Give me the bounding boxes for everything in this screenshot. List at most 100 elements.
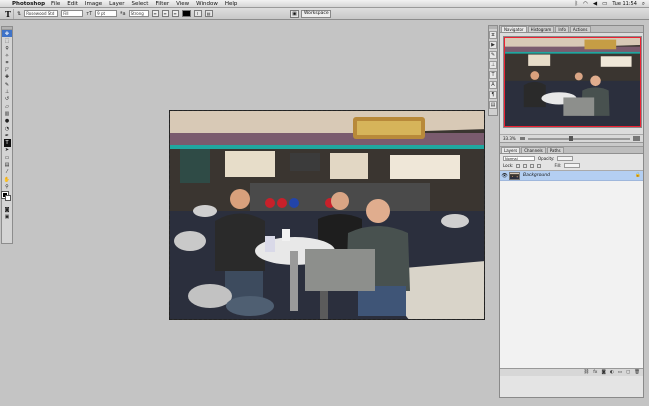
type-tool-icon[interactable]: T bbox=[3, 139, 11, 147]
visibility-eye-icon[interactable]: 👁 bbox=[500, 173, 509, 179]
align-center-icon[interactable]: ≡ bbox=[161, 10, 169, 17]
shape-tool-icon[interactable]: ▭ bbox=[2, 154, 12, 161]
tab-navigator[interactable]: Navigator bbox=[501, 26, 527, 32]
move-tool-icon[interactable]: ✥ bbox=[2, 30, 12, 38]
eraser-tool-icon[interactable]: ▱ bbox=[2, 103, 12, 110]
notes-tool-icon[interactable]: ▤ bbox=[2, 161, 12, 168]
healing-brush-tool-icon[interactable]: ✚ bbox=[2, 74, 12, 81]
slice-tool-icon[interactable]: ◸ bbox=[2, 66, 12, 73]
zoom-out-icon[interactable] bbox=[520, 137, 525, 140]
history-brush-tool-icon[interactable]: ↺ bbox=[2, 96, 12, 103]
clone-stamp-tool-icon[interactable]: ⊥ bbox=[2, 88, 12, 95]
lock-position-icon[interactable] bbox=[530, 163, 535, 168]
hand-tool-icon[interactable]: ✋ bbox=[2, 176, 12, 183]
lock-pixels-icon[interactable] bbox=[523, 163, 528, 168]
tool-presets-icon[interactable]: T bbox=[489, 71, 497, 79]
menu-layer[interactable]: Layer bbox=[109, 1, 124, 7]
link-layers-icon[interactable]: ⛓ bbox=[583, 370, 589, 375]
character-panel-icon[interactable]: ▤ bbox=[204, 10, 213, 17]
new-group-icon[interactable]: ▭ bbox=[618, 370, 622, 375]
font-style-select[interactable]: Fill bbox=[61, 10, 84, 17]
background-color[interactable] bbox=[5, 194, 11, 201]
menu-window[interactable]: Window bbox=[196, 1, 218, 7]
layer-comps-icon[interactable]: ▤ bbox=[489, 101, 497, 109]
fill-field[interactable] bbox=[564, 163, 581, 168]
layer-mask-icon[interactable]: ◙ bbox=[601, 370, 605, 375]
tab-channels[interactable]: Channels bbox=[521, 147, 546, 153]
clone-source-icon[interactable]: ⊥ bbox=[489, 61, 497, 69]
lock-transparent-icon[interactable] bbox=[516, 163, 521, 168]
document-canvas[interactable] bbox=[169, 110, 485, 320]
zoom-value[interactable]: 33.3% bbox=[503, 136, 517, 141]
warp-text-icon[interactable]: ⌇ bbox=[193, 10, 202, 17]
text-color-swatch[interactable] bbox=[181, 10, 191, 17]
menu-image[interactable]: Image bbox=[85, 1, 102, 7]
navigator-tab-row: Navigator Histogram Info Actions bbox=[500, 26, 643, 33]
navigator-view-box[interactable] bbox=[504, 37, 641, 127]
menu-filter[interactable]: Filter bbox=[155, 1, 169, 7]
blur-tool-icon[interactable]: ● bbox=[2, 118, 12, 125]
character-panel-icon-dock[interactable]: A bbox=[489, 81, 497, 89]
menu-edit[interactable]: Edit bbox=[67, 1, 78, 7]
history-panel-icon[interactable]: ⧖ bbox=[489, 31, 497, 39]
bluetooth-icon[interactable]: ᛒ bbox=[575, 1, 578, 7]
lasso-tool-icon[interactable]: ϙ bbox=[2, 45, 12, 52]
layer-name[interactable]: Background bbox=[523, 173, 633, 178]
magic-wand-tool-icon[interactable]: ✧ bbox=[2, 52, 12, 59]
layer-row[interactable]: 👁 Background 🔒 bbox=[500, 171, 643, 181]
tab-layers[interactable]: Layers bbox=[501, 147, 521, 153]
zoom-tool-icon[interactable]: ⚲ bbox=[2, 183, 12, 190]
tab-actions[interactable]: Actions bbox=[569, 26, 591, 32]
opacity-field[interactable] bbox=[557, 156, 574, 161]
marquee-tool-icon[interactable]: ⬚ bbox=[2, 37, 12, 44]
clock[interactable]: Tue 11:54 bbox=[612, 1, 637, 7]
dock-grip[interactable] bbox=[489, 26, 497, 29]
font-size-select[interactable]: 9 pt bbox=[95, 10, 118, 17]
spotlight-icon[interactable]: ⌕ bbox=[642, 1, 645, 8]
adjustment-layer-icon[interactable]: ◐ bbox=[610, 370, 614, 375]
brush-tool-icon[interactable]: ✎ bbox=[2, 81, 12, 88]
new-layer-icon[interactable]: ▢ bbox=[626, 370, 630, 375]
layer-controls: Normal Opacity: Lock: Fill: bbox=[500, 154, 643, 170]
anti-alias-select[interactable]: Strong bbox=[128, 10, 149, 17]
screen-mode-icon[interactable]: ▣ bbox=[2, 214, 12, 221]
navigator-thumbnail[interactable] bbox=[503, 36, 642, 128]
crop-tool-icon[interactable]: ⌗ bbox=[2, 59, 12, 66]
menu-select[interactable]: Select bbox=[132, 1, 149, 7]
pen-tool-icon[interactable]: ✒ bbox=[2, 132, 12, 139]
actions-panel-icon[interactable]: ▶ bbox=[489, 41, 497, 49]
bridge-icon[interactable]: ▣ bbox=[290, 9, 299, 18]
tool-preset-picker[interactable]: T bbox=[3, 8, 14, 19]
toolbox: ✥ ⬚ ϙ ✧ ⌗ ◸ ✚ ✎ ⊥ ↺ ▱ ▥ ● ◔ ✒ T ➤ ▭ ▤ ⁄ … bbox=[1, 26, 13, 244]
blend-mode-select[interactable]: Normal bbox=[503, 156, 535, 161]
color-swatches[interactable] bbox=[1, 190, 12, 206]
quick-mask-icon[interactable]: ◙ bbox=[2, 207, 12, 214]
zoom-slider[interactable] bbox=[528, 135, 630, 141]
workspace-select[interactable]: Workspace bbox=[301, 9, 331, 18]
menu-view[interactable]: View bbox=[176, 1, 189, 7]
font-family-select[interactable]: Rosewood Std bbox=[24, 10, 59, 17]
gradient-tool-icon[interactable]: ▥ bbox=[2, 110, 12, 117]
eyedropper-tool-icon[interactable]: ⁄ bbox=[2, 169, 12, 176]
zoom-slider-knob[interactable] bbox=[568, 135, 573, 141]
tab-info[interactable]: Info bbox=[555, 26, 569, 32]
path-selection-tool-icon[interactable]: ➤ bbox=[2, 147, 12, 154]
lock-all-icon[interactable] bbox=[537, 163, 542, 168]
align-left-icon[interactable]: ≡ bbox=[151, 10, 159, 17]
volume-icon[interactable]: ◀ bbox=[593, 1, 597, 7]
tab-histogram[interactable]: Histogram bbox=[527, 26, 555, 32]
zoom-in-icon[interactable] bbox=[633, 136, 640, 141]
align-right-icon[interactable]: ≡ bbox=[171, 10, 179, 17]
dodge-tool-icon[interactable]: ◔ bbox=[2, 125, 12, 132]
battery-icon[interactable]: ▭ bbox=[602, 1, 607, 7]
delete-layer-icon[interactable]: 🗑 bbox=[634, 370, 640, 375]
menu-help[interactable]: Help bbox=[225, 1, 238, 7]
wifi-icon[interactable]: ◠ bbox=[583, 1, 588, 7]
brushes-panel-icon[interactable]: ✎ bbox=[489, 51, 497, 59]
layer-style-icon[interactable]: fx bbox=[593, 370, 597, 375]
menu-file[interactable]: File bbox=[51, 1, 60, 7]
paragraph-panel-icon[interactable]: ¶ bbox=[489, 91, 497, 99]
text-orientation-icon[interactable]: ⇅ bbox=[17, 11, 21, 17]
tab-paths[interactable]: Paths bbox=[546, 147, 564, 153]
menu-app-name[interactable]: Photoshop bbox=[12, 1, 45, 7]
